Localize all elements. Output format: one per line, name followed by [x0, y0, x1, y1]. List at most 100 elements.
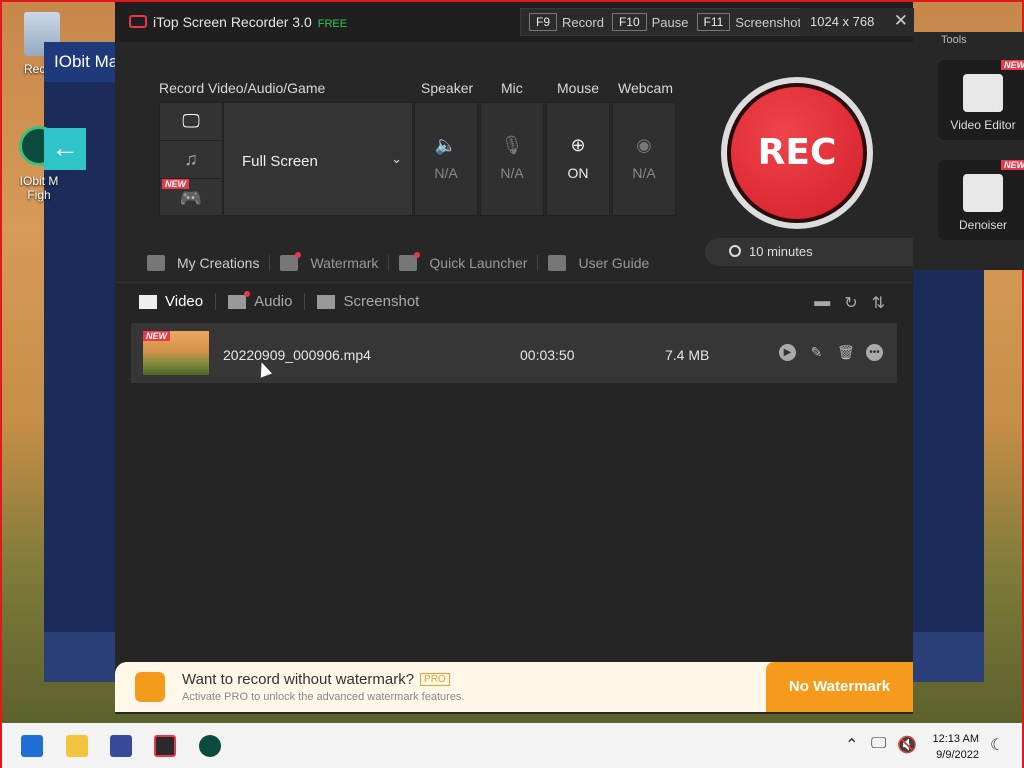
no-watermark-button[interactable]: No Watermark	[766, 662, 913, 712]
resolution-value: 1024 x 768	[810, 14, 875, 29]
denoiser-icon	[963, 174, 1003, 212]
video-thumbnail: NEW	[143, 331, 209, 375]
speaker-label: Speaker	[421, 80, 474, 96]
table-row[interactable]: NEW 20220909_000906.mp4 00:03:50 7.4 MB …	[131, 323, 897, 383]
folder-icon[interactable]: ▬	[814, 293, 830, 313]
video-icon	[139, 294, 157, 309]
promo-title-text: Want to record without watermark?	[182, 671, 415, 688]
taskbar-clock[interactable]: 12:13 AM 9/9/2022	[919, 731, 979, 763]
new-tag: NEW	[1001, 160, 1024, 170]
mic-value: N/A	[500, 165, 524, 181]
tab-audio[interactable]: Audio	[228, 290, 306, 310]
file-size: 7.4 MB	[665, 347, 710, 363]
new-tag: NEW	[143, 331, 170, 341]
refresh-icon[interactable]: ↻	[844, 293, 857, 313]
resolution-indicator: 1024 x 768 ✕	[800, 8, 914, 36]
webcam-value: N/A	[632, 165, 656, 181]
promo-subtitle: Activate PRO to unlock the advanced wate…	[182, 691, 465, 703]
app-taskbar-icon[interactable]	[110, 735, 132, 757]
watermark-button[interactable]: Watermark	[270, 252, 390, 271]
free-badge: FREE	[317, 18, 348, 30]
hotkey-f9: F9	[529, 13, 558, 31]
hotkey-screenshot-label: Screenshot	[735, 14, 802, 30]
file-name: 20220909_000906.mp4	[223, 347, 371, 363]
mic-toggle[interactable]: 🎙 N/A	[480, 102, 544, 216]
new-tag: NEW	[1001, 60, 1024, 70]
webcam-icon: ◉	[636, 135, 652, 155]
user-guide-button[interactable]: User Guide	[538, 255, 659, 271]
chevron-down-icon: ⌄	[391, 151, 402, 166]
quick-launcher-button[interactable]: Quick Launcher	[389, 252, 539, 271]
tab-video-label: Video	[165, 293, 204, 310]
quick-launcher-label: Quick Launcher	[429, 255, 528, 271]
app-logo-icon	[129, 15, 147, 28]
volume-muted-icon[interactable]: 🔇	[897, 735, 917, 755]
guide-icon	[548, 255, 567, 271]
itop-taskbar-icon[interactable]	[154, 735, 176, 757]
screen-mode-button[interactable]: 🖵	[160, 103, 222, 141]
watermark-label: Watermark	[310, 255, 379, 271]
tab-video[interactable]: Video	[139, 293, 217, 310]
mouse-icon: ⊕	[570, 135, 586, 155]
audio-icon	[228, 290, 251, 309]
moon-icon[interactable]: ☾	[990, 735, 1004, 755]
mouse-toggle[interactable]: ⊕ ON	[546, 102, 610, 216]
screenshot-icon	[317, 294, 336, 309]
webcam-toggle[interactable]: ◉ N/A	[612, 102, 676, 216]
watermark-icon	[280, 252, 302, 271]
user-guide-label: User Guide	[578, 255, 650, 271]
iobit-taskbar-icon[interactable]	[199, 735, 221, 757]
taskbar: ⌃ 🖵 🔇 12:13 AM 9/9/2022 ☾	[2, 723, 1022, 768]
rec-button[interactable]: REC	[727, 83, 867, 223]
timer-value: 10 minutes	[749, 244, 813, 259]
mic-label: Mic	[501, 80, 523, 96]
delete-icon[interactable]: 🗑	[837, 344, 855, 361]
chevron-up-icon[interactable]: ⌃	[845, 735, 858, 755]
close-icon[interactable]: ✕	[894, 11, 908, 31]
video-editor-icon	[963, 74, 1003, 112]
creations-icon	[147, 255, 165, 271]
file-duration: 00:03:50	[520, 347, 575, 363]
denoiser-tool[interactable]: NEW Denoiser	[938, 160, 1024, 240]
hotkey-pause-label: Pause	[651, 14, 689, 30]
mouse-value: ON	[567, 165, 589, 181]
clock-date: 9/9/2022	[936, 749, 979, 761]
app-title-text: iTop Screen Recorder 3.0	[153, 14, 312, 30]
edit-icon[interactable]: ✎	[808, 344, 825, 361]
media-tabs: Video Audio Screenshot	[139, 290, 443, 310]
my-creations-button[interactable]: My Creations	[137, 255, 271, 271]
network-icon[interactable]: 🖵	[871, 735, 886, 753]
play-icon[interactable]: ▶	[779, 344, 796, 361]
hotkey-f11: F11	[696, 13, 731, 31]
app-title: iTop Screen Recorder 3.0 FREE	[129, 14, 347, 30]
clock-time: 12:13 AM	[932, 733, 979, 745]
row-actions: ▶ ✎ 🗑 •••	[779, 344, 883, 361]
game-mode-button[interactable]: NEW 🎮	[160, 179, 222, 217]
tools-title: Tools	[941, 34, 967, 46]
video-editor-tool[interactable]: NEW Video Editor	[938, 60, 1024, 140]
speaker-value: N/A	[434, 165, 458, 181]
monitor-icon: 🖵	[182, 111, 200, 131]
list-actions: ▬ ↻ ⇅	[814, 293, 885, 313]
tab-screenshot[interactable]: Screenshot	[317, 293, 431, 310]
more-icon[interactable]: •••	[866, 344, 883, 361]
back-arrow-icon[interactable]: ←	[44, 128, 86, 170]
webcam-label: Webcam	[618, 80, 673, 96]
audio-mode-button[interactable]: ♫	[160, 141, 222, 179]
mic-icon: 🎙	[500, 135, 524, 155]
my-creations-label: My Creations	[177, 255, 260, 271]
watermark-promo-icon	[135, 672, 165, 702]
speaker-icon: 🔈	[434, 135, 458, 155]
speaker-toggle[interactable]: 🔈 N/A	[414, 102, 478, 216]
tab-screenshot-label: Screenshot	[343, 293, 420, 310]
recording-time-limit[interactable]: 10 minutes	[705, 238, 915, 266]
creations-panel: Video Audio Screenshot ▬ ↻ ⇅ NEW 2022090…	[115, 282, 913, 662]
capture-area-dropdown[interactable]: Full Screen ⌄	[223, 102, 413, 216]
file-explorer-icon[interactable]	[66, 735, 88, 757]
windows-start-icon[interactable]	[21, 735, 43, 757]
launcher-icon	[399, 252, 421, 271]
music-note-icon: ♫	[184, 149, 198, 169]
promo-title: Want to record without watermark? PRO	[182, 671, 450, 688]
sort-icon[interactable]: ⇅	[872, 293, 885, 313]
hotkey-f10: F10	[611, 13, 647, 31]
